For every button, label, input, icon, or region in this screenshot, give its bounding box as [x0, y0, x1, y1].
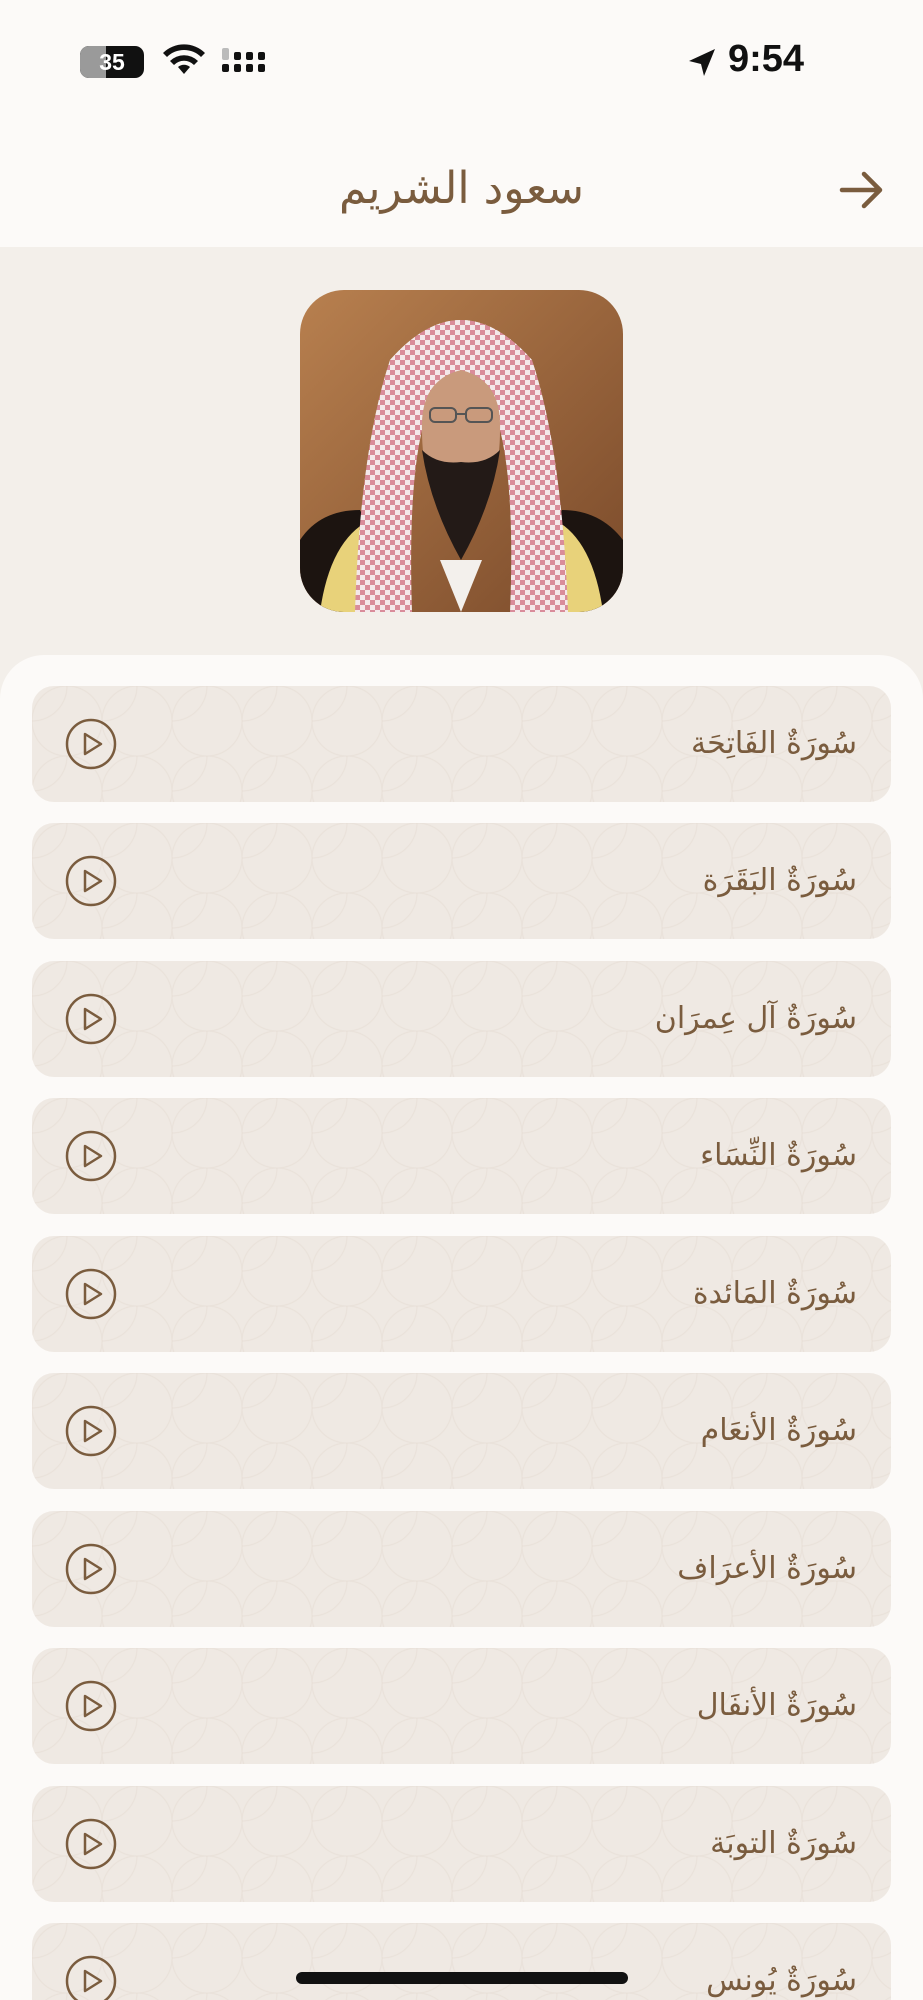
status-bar: 35 9:54 — [0, 0, 923, 125]
play-circle-icon[interactable] — [64, 1267, 118, 1321]
play-circle-icon[interactable] — [64, 717, 118, 771]
surah-list: سُورَةٌ الفَاتِحَة سُورَةٌ البَقَرَة سُو… — [0, 655, 923, 2000]
location-arrow-icon — [689, 49, 715, 76]
header: سعود الشريم — [0, 125, 923, 247]
play-circle-icon[interactable] — [64, 1542, 118, 1596]
surah-title: سُورَةٌ الأنفَال — [696, 1688, 857, 1723]
arrow-right-icon[interactable] — [834, 163, 888, 217]
play-circle-icon[interactable] — [64, 1817, 118, 1871]
play-circle-icon[interactable] — [64, 1404, 118, 1458]
list-item[interactable]: سُورَةٌ آل عِمرَان — [32, 961, 891, 1077]
surah-title: سُورَةٌ البَقَرَة — [702, 863, 857, 898]
play-circle-icon[interactable] — [64, 1679, 118, 1733]
list-item[interactable]: سُورَةٌ الأنفَال — [32, 1648, 891, 1764]
status-time: 9:54 — [728, 38, 805, 80]
play-circle-icon[interactable] — [64, 992, 118, 1046]
surah-title: سُورَةٌ الأنعَام — [700, 1413, 857, 1448]
reciter-avatar — [300, 290, 623, 612]
list-item[interactable]: سُورَةٌ البَقَرَة — [32, 823, 891, 939]
list-item[interactable]: سُورَةٌ يُونس — [32, 1923, 891, 2000]
home-indicator[interactable] — [296, 1972, 628, 1984]
surah-title: سُورَةٌ الفَاتِحَة — [691, 726, 857, 761]
list-item[interactable]: سُورَةٌ النِّسَاء — [32, 1098, 891, 1214]
play-circle-icon[interactable] — [64, 1954, 118, 2000]
wifi-icon — [163, 44, 205, 74]
surah-title: سُورَةٌ التوبَة — [710, 1826, 857, 1861]
surah-title: سُورَةٌ النِّسَاء — [700, 1138, 857, 1173]
list-item[interactable]: سُورَةٌ الأنعَام — [32, 1373, 891, 1489]
list-item[interactable]: سُورَةٌ المَائدة — [32, 1236, 891, 1352]
battery-level: 35 — [99, 48, 125, 75]
list-item[interactable]: سُورَةٌ التوبَة — [32, 1786, 891, 1902]
play-circle-icon[interactable] — [64, 1129, 118, 1183]
surah-title: سُورَةٌ المَائدة — [692, 1276, 857, 1311]
list-item[interactable]: سُورَةٌ الفَاتِحَة — [32, 686, 891, 802]
list-item[interactable]: سُورَةٌ الأعرَاف — [32, 1511, 891, 1627]
signal-icon — [222, 48, 265, 72]
battery-icon: 35 — [80, 46, 148, 78]
surah-title: سُورَةٌ الأعرَاف — [677, 1551, 857, 1586]
surah-title: سُورَةٌ آل عِمرَان — [654, 1001, 857, 1036]
play-circle-icon[interactable] — [64, 854, 118, 908]
page-title: سعود الشريم — [338, 163, 585, 214]
surah-title: سُورَةٌ يُونس — [706, 1963, 857, 1998]
